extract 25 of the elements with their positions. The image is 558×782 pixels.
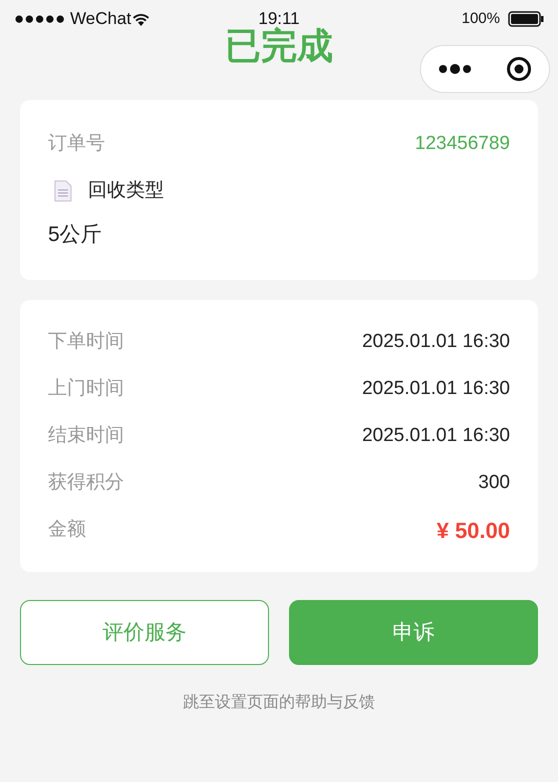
field-label: 获得积分 (48, 470, 124, 495)
capsule-menu[interactable] (420, 45, 550, 93)
field-value: 2025.01.01 16:30 (362, 376, 510, 401)
appeal-button[interactable]: 申诉 (289, 600, 538, 665)
page-title: 已完成 (225, 24, 333, 68)
weight-value: 5公斤 (48, 222, 103, 248)
field-label: 订单号 (48, 132, 105, 156)
field-label: 下单时间 (48, 330, 124, 354)
field-label: 结束时间 (48, 424, 124, 448)
order-number: 123456789 (414, 132, 510, 156)
field-value: 300 (478, 470, 510, 495)
help-link[interactable]: 跳至设置页面的帮助与反馈 (183, 691, 375, 715)
amount-value: ¥ 50.00 (436, 516, 510, 544)
field-label: 上门时间 (48, 376, 124, 401)
review-button[interactable]: 评价服务 (20, 600, 269, 665)
recycle-type-label: 回收类型 (88, 178, 164, 202)
field-value: 2025.01.01 16:30 (362, 330, 510, 354)
wifi-icon (133, 12, 150, 26)
battery-icon (508, 11, 544, 27)
document-icon (54, 180, 72, 202)
battery-percent: 100% (462, 8, 500, 29)
carrier-name: ●●●●● WeChat (14, 8, 132, 30)
field-label: 金额 (48, 518, 86, 542)
more-icon (438, 63, 472, 75)
field-value: 2025.01.01 16:30 (362, 424, 510, 448)
